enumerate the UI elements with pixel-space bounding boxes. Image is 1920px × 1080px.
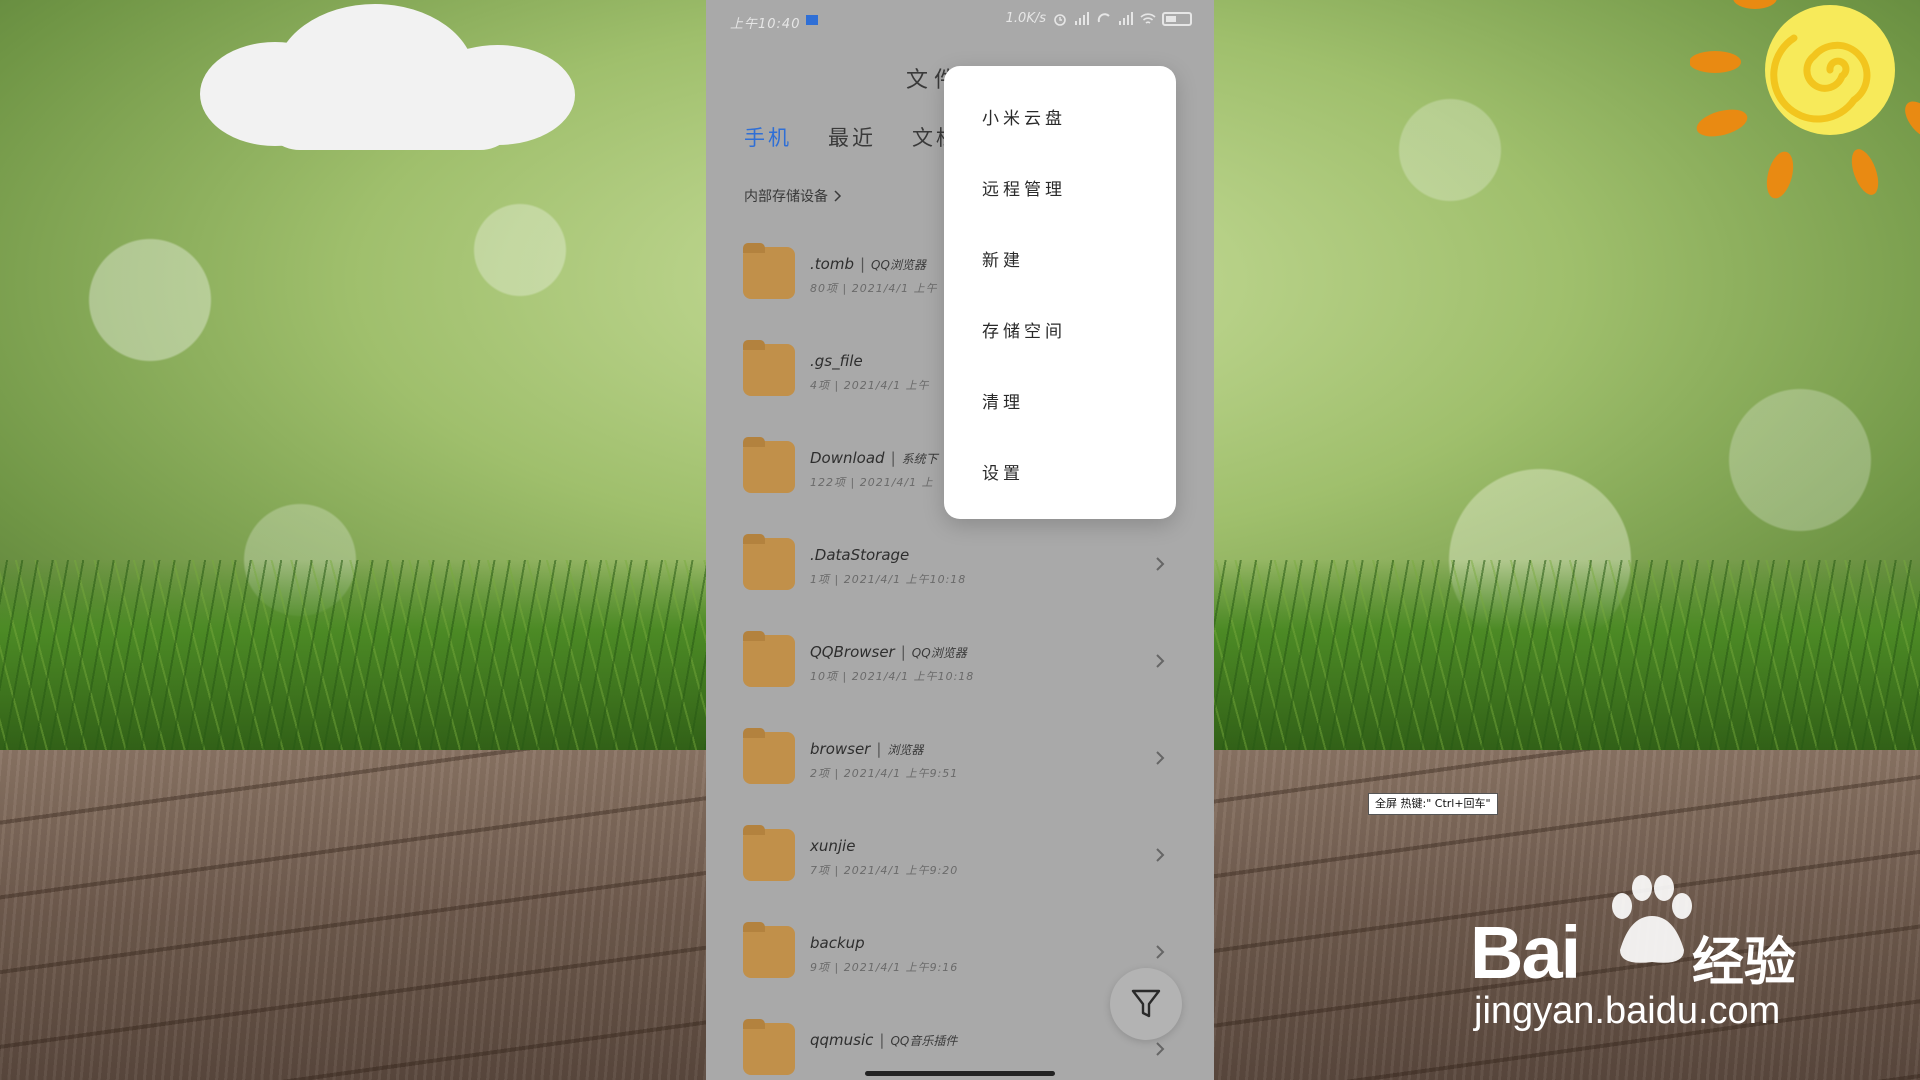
menu-item-settings[interactable]: 设置: [982, 459, 1024, 484]
folder-icon: [743, 243, 795, 299]
watermark-brand: Bai: [1470, 911, 1581, 994]
file-name: .tomb: [810, 255, 854, 273]
signal-icon: [1075, 11, 1089, 25]
file-tag: 系统下: [901, 452, 938, 466]
file-name: qqmusic: [810, 1031, 874, 1049]
file-row[interactable]: xunjie 7项 | 2021/4/1 上午9:20: [706, 807, 1214, 904]
menu-item-new[interactable]: 新建: [982, 246, 1024, 271]
chevron-right-icon: [1156, 654, 1165, 668]
folder-icon: [743, 825, 795, 881]
file-name: Download: [810, 449, 885, 467]
chevron-right-icon: [1156, 1042, 1165, 1056]
menu-item-clean[interactable]: 清理: [982, 388, 1024, 413]
file-name: .DataStorage: [810, 546, 910, 564]
file-tag: QQ浏览器: [871, 258, 926, 272]
tab-recent[interactable]: 最近: [828, 122, 876, 152]
status-bar: 上午10:40 1.0K/s: [706, 0, 1214, 40]
file-meta: 122项 | 2021/4/1 上: [810, 476, 934, 489]
fullscreen-tooltip: 全屏 热键:" Ctrl+回车": [1368, 793, 1498, 815]
chevron-right-icon: [1156, 848, 1165, 862]
alarm-icon: [1054, 13, 1066, 26]
baidu-watermark: Bai 经验 jingyan.baidu.com: [1470, 870, 1830, 1040]
paw-logo-icon: [1612, 875, 1692, 963]
sun-illustration: [1690, 0, 1920, 199]
menu-item-remote-manage[interactable]: 远程管理: [982, 175, 1066, 200]
chevron-right-icon: [1156, 751, 1165, 765]
menu-item-storage[interactable]: 存储空间: [982, 317, 1066, 342]
file-meta: 7项 | 2021/4/1 上午9:20: [810, 864, 959, 877]
folder-icon: [743, 437, 795, 493]
filter-button[interactable]: [1110, 968, 1182, 1040]
folder-icon: [743, 922, 795, 978]
hd-call-icon: [1097, 12, 1110, 22]
file-meta: 1项 | 2021/4/1 上午10:18: [810, 573, 967, 586]
file-meta: 10项 | 2021/4/1 上午10:18: [810, 670, 975, 683]
signal-icon-2: [1119, 11, 1133, 25]
file-name: .gs_file: [810, 352, 863, 370]
status-time: 上午10:40: [730, 17, 801, 32]
breadcrumb-label: 内部存储设备: [744, 189, 828, 205]
folder-icon: [743, 728, 795, 784]
folder-icon: [743, 534, 795, 590]
file-meta: 80项 | 2021/4/1 上午: [810, 282, 938, 295]
watermark-brand-cn: 经验: [1692, 933, 1797, 993]
network-speed: 1.0K/s: [1005, 11, 1046, 26]
tab-phone[interactable]: 手机: [744, 122, 792, 152]
notification-icon: [806, 15, 818, 25]
file-tag: QQ音乐插件: [890, 1034, 958, 1048]
home-indicator[interactable]: [865, 1071, 1055, 1076]
file-tag: 浏览器: [887, 743, 924, 757]
cloud-illustration: [200, 0, 580, 150]
menu-item-mi-cloud[interactable]: 小米云盘: [982, 104, 1066, 129]
file-name: QQBrowser: [810, 643, 895, 661]
folder-icon: [743, 631, 795, 687]
overflow-menu: 小米云盘 远程管理 新建 存储空间 清理 设置: [944, 66, 1176, 519]
breadcrumb[interactable]: 内部存储设备: [744, 186, 842, 206]
file-meta: 2项 | 2021/4/1 上午9:51: [810, 767, 959, 780]
file-name: browser: [810, 740, 871, 758]
chevron-right-icon: [834, 190, 842, 202]
file-row[interactable]: .DataStorage 1项 | 2021/4/1 上午10:18: [706, 516, 1214, 613]
file-name: xunjie: [810, 837, 856, 855]
file-row[interactable]: QQBrowser | QQ浏览器 10项 | 2021/4/1 上午10:18: [706, 613, 1214, 710]
file-tag: QQ浏览器: [911, 646, 967, 660]
folder-icon: [743, 340, 795, 396]
battery-icon: [1162, 11, 1192, 26]
file-meta: 9项 | 2021/4/1 上午9:16: [810, 961, 959, 974]
chevron-right-icon: [1156, 945, 1165, 959]
chevron-right-icon: [1156, 557, 1165, 571]
file-row[interactable]: browser | 浏览器 2项 | 2021/4/1 上午9:51: [706, 710, 1214, 807]
tab-bar: 手机 最近 文档: [744, 122, 960, 152]
filter-icon: [1131, 989, 1161, 1018]
folder-icon: [743, 1019, 795, 1075]
file-name: backup: [810, 934, 865, 952]
file-meta: 4项 | 2021/4/1 上午: [810, 379, 930, 392]
wifi-icon: [1140, 12, 1156, 24]
watermark-url: jingyan.baidu.com: [1474, 990, 1781, 1032]
